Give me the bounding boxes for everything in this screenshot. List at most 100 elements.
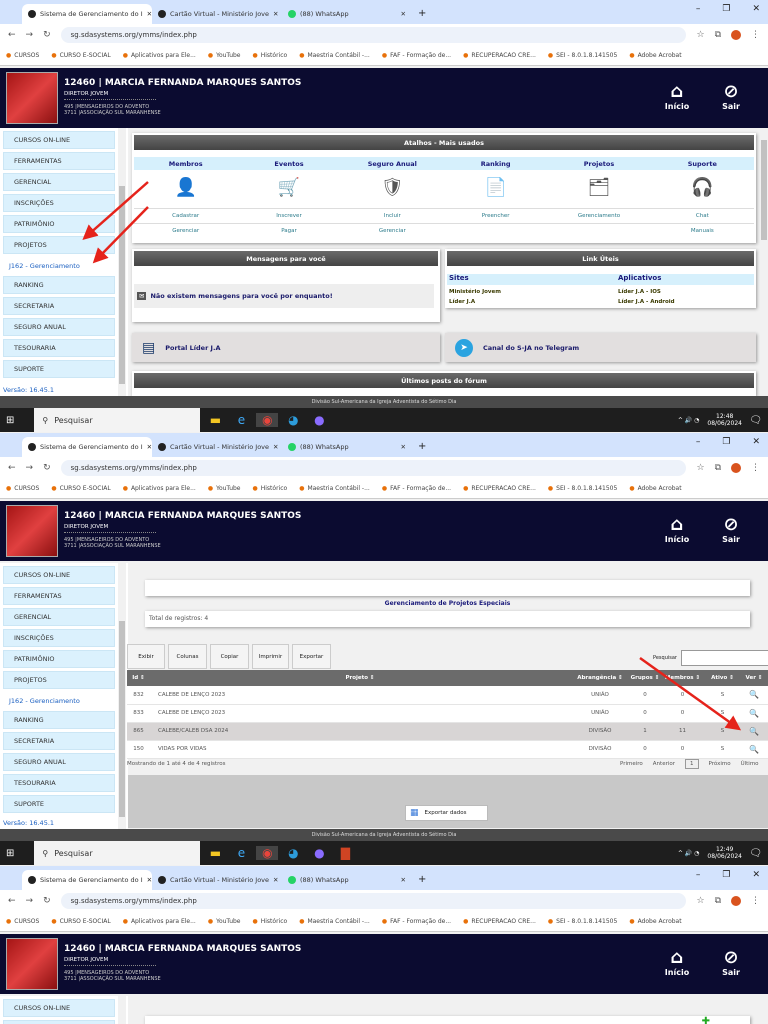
- user-name: 12460 | MARCIA FERNANDA MARQUES SANTOS: [64, 944, 302, 954]
- taskbar-search[interactable]: ⚲ Pesquisar: [34, 408, 201, 432]
- windows-start-icon[interactable]: ⊞: [6, 415, 14, 426]
- notifications-icon[interactable]: 🗨: [749, 848, 762, 859]
- bookmark-label: Aplicativos para Ele...: [130, 918, 196, 925]
- bookmark[interactable]: ● Aplicativos para Ele...: [123, 918, 196, 925]
- bookmark-icon: ●: [51, 918, 57, 925]
- url-text: sg.sdasystems.org/ymms/index.php: [70, 897, 197, 905]
- new-tab-button[interactable]: +: [412, 874, 426, 890]
- site-favicon-icon: [28, 876, 36, 884]
- bookmark[interactable]: ● Maestria Contábil -...: [299, 918, 370, 925]
- bookmark-label: CURSOS: [14, 918, 40, 925]
- bookmark[interactable]: ● FAF - Formação de...: [382, 918, 451, 925]
- chrome-icon[interactable]: ◉: [256, 846, 279, 860]
- logout-button[interactable]: ⊘ Sair: [714, 947, 748, 978]
- windows-taskbar: ⊞ ⚲ Pesquisar ▬ e ◉ ◕ ● ^ 🔊 ◔ 12:48 08/06/2024 🗨: [0, 408, 768, 432]
- bookmark-icon: ●: [463, 918, 469, 925]
- browser-tab[interactable]: (88) WhatsApp ✕: [282, 870, 412, 890]
- notifications-icon[interactable]: 🗨: [749, 415, 762, 426]
- bookmark-icon: ●: [207, 918, 214, 925]
- file-explorer-icon[interactable]: ▬: [204, 413, 226, 427]
- windows-start-icon[interactable]: ⊞: [6, 848, 14, 859]
- ie-icon[interactable]: e: [230, 846, 252, 860]
- sidebar-item[interactable]: FERRAMENTAS: [3, 1020, 115, 1024]
- windows-taskbar: ⊞ ⚲ Pesquisar ▬ e ◉ ◕ ● ▇ ^ 🔊 ◔ 12:49 08/06/2024 🗨: [0, 841, 768, 865]
- tray-icons[interactable]: ^ 🔊 ◔: [678, 850, 700, 857]
- bookmark-label: Adobe Acrobat: [637, 918, 682, 925]
- browser-tab-bar: Sistema de Gerenciamento do I ✕ Cartão Vir…: [0, 866, 768, 890]
- bookmark-label: RECUPERACAO CRE...: [471, 918, 536, 925]
- browser-tab[interactable]: Cartão Virtual - Ministério Jove ✕: [152, 870, 282, 890]
- minimize-button[interactable]: –: [696, 870, 701, 880]
- site-favicon-icon: [158, 876, 166, 884]
- bookmark-label: SEI - 8.0.1.8.141505: [556, 918, 618, 925]
- bookmark-icon: ●: [6, 918, 12, 925]
- no-entry-icon: ⊘: [723, 947, 739, 968]
- back-icon[interactable]: ←: [8, 896, 16, 906]
- tab-title: Sistema de Gerenciamento do I: [40, 876, 143, 884]
- bookmark[interactable]: ● Histórico: [253, 918, 288, 925]
- close-window-button[interactable]: ✕: [752, 870, 760, 880]
- bookmark-label: Histórico: [260, 918, 288, 925]
- user-role: DIRETOR JOVEM: [64, 957, 109, 963]
- whatsapp-icon: [288, 876, 296, 884]
- profile-avatar[interactable]: [731, 896, 741, 906]
- reload-icon[interactable]: ↻: [43, 896, 51, 906]
- menu-icon[interactable]: ⋮: [751, 896, 760, 906]
- bookmark[interactable]: ● YouTube: [208, 918, 241, 925]
- address-bar-row: ← → ↻ sg.sdasystems.org/ymms/index.php ☆ ⧉ ⋮: [0, 890, 768, 912]
- bookmark[interactable]: ● RECUPERACAO CRE...: [463, 918, 536, 925]
- screenshot-3-partial: Sistema de Gerenciamento do I ✕ Cartão Vir…: [0, 866, 768, 1024]
- bookmark-icon: ●: [122, 918, 128, 925]
- sidebar-item[interactable]: CURSOS ON-LINE: [3, 999, 115, 1017]
- app-icon[interactable]: ●: [308, 846, 330, 860]
- star-icon[interactable]: ☆: [696, 896, 704, 906]
- forward-icon[interactable]: →: [26, 896, 34, 906]
- house-icon: ⌂: [670, 947, 684, 968]
- edge-icon[interactable]: ◕: [282, 413, 304, 427]
- close-tab-icon[interactable]: ✕: [401, 876, 406, 884]
- bookmark-label: FAF - Formação de...: [390, 918, 452, 925]
- edge-icon[interactable]: ◕: [282, 846, 304, 860]
- bookmark-icon: ●: [547, 918, 554, 925]
- bookmark-label: CURSO E-SOCIAL: [59, 918, 111, 925]
- extensions-icon[interactable]: ⧉: [715, 896, 721, 906]
- bookmark[interactable]: ● Adobe Acrobat: [629, 918, 681, 925]
- taskbar-search[interactable]: ⚲ Pesquisar: [34, 841, 201, 865]
- add-icon[interactable]: ✚: [702, 1016, 710, 1024]
- close-tab-icon[interactable]: ✕: [273, 876, 278, 884]
- site-header: 12460 | MARCIA FERNANDA MARQUES SANTOS DI…: [0, 934, 768, 994]
- bookmark[interactable]: ● CURSOS: [6, 918, 39, 925]
- annotation-arrows: [639, 656, 742, 731]
- bookmark-label: YouTube: [216, 918, 241, 925]
- chrome-icon[interactable]: ◉: [256, 413, 279, 427]
- search-icon: ⚲: [42, 848, 49, 858]
- red-arrow: [639, 656, 742, 731]
- restore-button[interactable]: ❐: [722, 870, 730, 880]
- file-explorer-icon[interactable]: ▬: [204, 846, 226, 860]
- bookmark-icon: ●: [252, 918, 258, 925]
- red-arrow: [92, 206, 149, 264]
- user-photo: [6, 938, 58, 990]
- bookmark[interactable]: ● CURSO E-SOCIAL: [51, 918, 110, 925]
- url-input[interactable]: sg.sdasystems.org/ymms/index.php: [60, 893, 687, 909]
- site-footer: Divisão Sul-Americana da Igreja Adventis…: [0, 829, 768, 841]
- ie-icon[interactable]: e: [230, 413, 252, 427]
- red-arrow: [82, 181, 149, 240]
- app-icon[interactable]: ●: [308, 413, 330, 427]
- bookmark[interactable]: ● SEI - 8.0.1.8.141505: [548, 918, 617, 925]
- annotation-arrows: [82, 181, 149, 264]
- clock[interactable]: 12:48 08/06/2024: [707, 413, 742, 427]
- home-button[interactable]: ⌂ Início: [660, 947, 694, 978]
- powerpoint-icon[interactable]: ▇: [334, 846, 356, 860]
- bookmark-icon: ●: [299, 918, 305, 925]
- sidebar-item-label: CURSOS ON-LINE: [14, 1004, 71, 1012]
- sidebar-scrollbar[interactable]: [118, 996, 126, 1024]
- system-tray: ^ 🔊 ◔ 12:49 08/06/2024: [678, 846, 742, 860]
- search-icon: ⚲: [42, 415, 49, 425]
- browser-tab[interactable]: Sistema de Gerenciamento do I ✕: [22, 870, 152, 890]
- clock[interactable]: 12:49 08/06/2024: [707, 846, 742, 860]
- screenshot-2-projects: Sistema de Gerenciamento do I ✕ Cartão Vir…: [0, 433, 768, 866]
- bookmark-label: Maestria Contábil -...: [307, 918, 370, 925]
- tray-icons[interactable]: ^ 🔊 ◔: [678, 417, 700, 424]
- screenshot-1-home: Sistema de Gerenciamento do I ✕ Cartão Vir…: [0, 0, 768, 433]
